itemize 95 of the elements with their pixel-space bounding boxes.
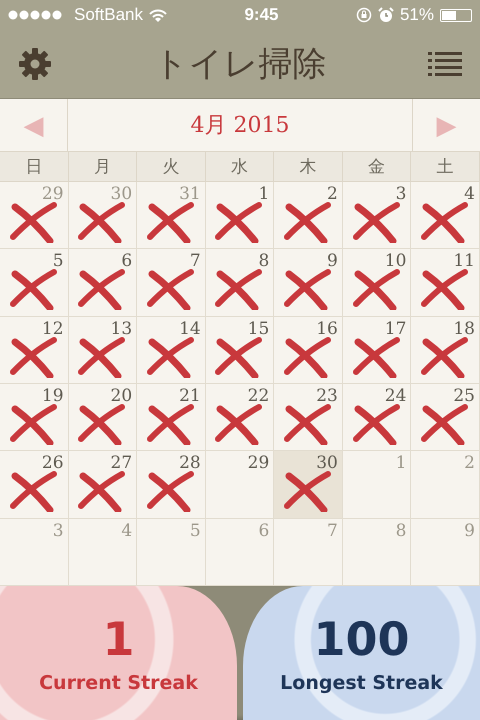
- day-number: 18: [453, 318, 475, 339]
- day-cell[interactable]: 24: [342, 384, 412, 452]
- carrier-name: SoftBank: [74, 5, 143, 25]
- month-title: 4月 2015: [190, 112, 290, 140]
- rotation-lock-icon: [356, 7, 372, 23]
- day-number: 2: [327, 184, 338, 204]
- app-title: トイレ掃除: [154, 43, 326, 86]
- day-number: 8: [258, 251, 270, 272]
- day-number: 19: [42, 386, 64, 406]
- day-cell[interactable]: 14: [137, 316, 206, 384]
- day-number: 27: [110, 453, 132, 474]
- day-cell[interactable]: 8: [206, 249, 274, 317]
- weekday-label: 日: [0, 152, 69, 181]
- day-number: 20: [110, 386, 132, 406]
- day-cell[interactable]: 5: [0, 249, 69, 317]
- day-number: 8: [396, 520, 406, 541]
- settings-icon: [18, 47, 52, 81]
- menu-icon: [428, 50, 462, 78]
- day-number: 4: [464, 184, 475, 204]
- alarm-clock-icon: [378, 7, 394, 23]
- day-number: 2: [464, 453, 475, 474]
- day-number: 1: [258, 184, 270, 204]
- day-cell[interactable]: 22: [206, 384, 274, 452]
- day-cell[interactable]: 12: [0, 316, 69, 384]
- day-number: 3: [52, 520, 64, 541]
- day-cell[interactable]: 11: [411, 249, 480, 317]
- day-number: 11: [453, 251, 475, 272]
- weekday-label: 金: [342, 152, 412, 181]
- day-number: 15: [248, 318, 270, 339]
- day-cell[interactable]: 13: [68, 316, 138, 384]
- day-number: 13: [110, 318, 132, 339]
- streak-label: Longest Streak: [280, 672, 443, 694]
- day-number: 10: [384, 251, 406, 272]
- day-number: 24: [384, 386, 406, 406]
- menu-button[interactable]: [428, 50, 462, 78]
- day-cell[interactable]: 23: [274, 384, 343, 452]
- day-number: 7: [190, 251, 201, 272]
- day-cell[interactable]: 9: [274, 249, 343, 317]
- wifi-icon: [149, 8, 167, 22]
- day-cell[interactable]: 20: [68, 384, 138, 452]
- day-cell[interactable]: 21: [137, 384, 206, 452]
- day-cell[interactable]: 1: [206, 182, 274, 250]
- weekday-label: 木: [274, 152, 343, 181]
- day-cell[interactable]: 15: [206, 316, 274, 384]
- day-cell[interactable]: 10: [342, 249, 412, 317]
- day-number: 23: [316, 386, 338, 406]
- day-number: 30: [110, 184, 132, 204]
- day-number: 29: [248, 453, 270, 474]
- clock-time: 9:45: [244, 5, 278, 25]
- day-number: 5: [52, 251, 64, 272]
- day-cell[interactable]: 16: [274, 316, 343, 384]
- day-number: 7: [327, 520, 338, 541]
- day-number: 9: [327, 251, 338, 272]
- day-number: 3: [396, 184, 406, 204]
- day-number: 31: [179, 184, 201, 204]
- day-cell[interactable]: 7: [137, 249, 206, 317]
- day-cell[interactable]: 28: [137, 451, 206, 519]
- day-cell[interactable]: 19: [0, 384, 69, 452]
- day-cell[interactable]: 25: [411, 384, 480, 452]
- day-number: 14: [179, 318, 201, 339]
- day-cell[interactable]: 2: [274, 182, 343, 250]
- day-number: 26: [42, 453, 64, 474]
- weekday-label: 月: [68, 152, 138, 181]
- day-number: 21: [179, 386, 201, 406]
- day-number: 30: [316, 453, 338, 474]
- day-number: 17: [384, 318, 406, 339]
- day-cell[interactable]: 6: [68, 249, 138, 317]
- day-number: 4: [121, 520, 132, 541]
- streak-label: Current Streak: [39, 672, 198, 694]
- weekday-label: 土: [411, 152, 480, 181]
- streak-value: 100: [313, 612, 410, 666]
- day-cell[interactable]: 3: [342, 182, 412, 250]
- day-number: 22: [248, 386, 270, 406]
- day-cell[interactable]: 26: [0, 451, 69, 519]
- day-number: 1: [396, 453, 406, 474]
- settings-button[interactable]: [18, 47, 52, 81]
- day-number: 9: [464, 520, 475, 541]
- day-cell[interactable]: 27: [68, 451, 138, 519]
- day-number: 6: [121, 251, 132, 272]
- day-number: 6: [258, 520, 270, 541]
- day-number: 29: [42, 184, 64, 204]
- weekday-label: 水: [206, 152, 274, 181]
- day-number: 16: [316, 318, 338, 339]
- battery-percent: 51%: [400, 5, 434, 25]
- day-number: 12: [42, 318, 64, 339]
- day-cell[interactable]: 30: [274, 451, 343, 519]
- battery-icon: [440, 8, 472, 22]
- day-number: 5: [190, 520, 201, 541]
- day-number: 28: [179, 453, 201, 474]
- day-cell[interactable]: 18: [411, 316, 480, 384]
- day-cell[interactable]: 4: [411, 182, 480, 250]
- day-cell[interactable]: 17: [342, 316, 412, 384]
- day-number: 25: [453, 386, 475, 406]
- streak-value: 1: [102, 612, 134, 666]
- weekday-label: 火: [137, 152, 206, 181]
